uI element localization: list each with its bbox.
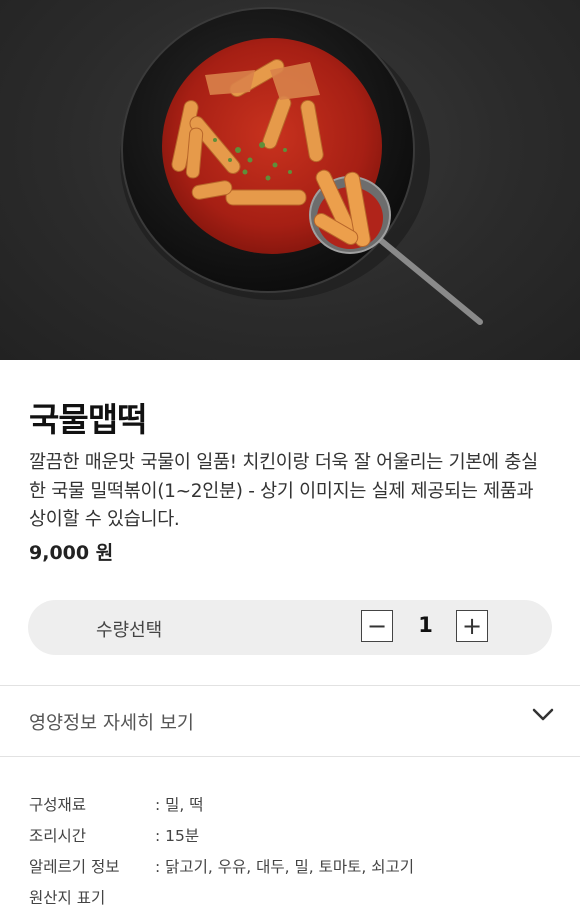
info-key: 구성재료 xyxy=(29,795,87,814)
minus-icon: − xyxy=(366,612,388,640)
product-description: 깔끔한 매운맛 국물이 일품! 치킨이랑 더욱 잘 어울리는 기본에 충실한 국… xyxy=(29,452,538,530)
quantity-label: 수량선택 xyxy=(96,620,163,641)
product-title: 국물맵떡 xyxy=(29,400,147,439)
info-row-cook-time: 조리시간 : 15분 xyxy=(29,819,569,850)
divider xyxy=(0,756,580,757)
product-price: 9,000 원 xyxy=(29,542,114,564)
quantity-value: 1 xyxy=(418,613,433,637)
nutrition-info-toggle[interactable]: 영양정보 자세히 보기 xyxy=(0,686,580,756)
info-value: : 15분 xyxy=(155,826,200,845)
product-info-list: 구성재료 : 밀, 떡 조리시간 : 15분 알레르기 정보 : 닭고기, 우유… xyxy=(29,788,569,912)
decrease-quantity-button[interactable]: − xyxy=(361,610,393,642)
info-value: : 닭고기, 우유, 대두, 밀, 토마토, 쇠고기 xyxy=(155,857,415,876)
info-value: : 밀, 떡 xyxy=(155,795,204,814)
plus-icon: + xyxy=(461,612,483,640)
tteokbokki-illustration xyxy=(120,7,483,325)
info-key: 알레르기 정보 xyxy=(29,857,120,876)
increase-quantity-button[interactable]: + xyxy=(456,610,488,642)
chevron-down-icon xyxy=(532,708,554,721)
nutrition-info-label: 영양정보 자세히 보기 xyxy=(29,713,194,734)
product-image xyxy=(0,0,580,360)
quantity-selector: 수량선택 − 1 + xyxy=(28,600,552,655)
info-row-ingredients: 구성재료 : 밀, 떡 xyxy=(29,788,569,819)
info-row-origin: 원산지 표기 xyxy=(29,881,569,912)
info-key: 조리시간 xyxy=(29,826,87,845)
info-row-allergy: 알레르기 정보 : 닭고기, 우유, 대두, 밀, 토마토, 쇠고기 xyxy=(29,850,569,881)
